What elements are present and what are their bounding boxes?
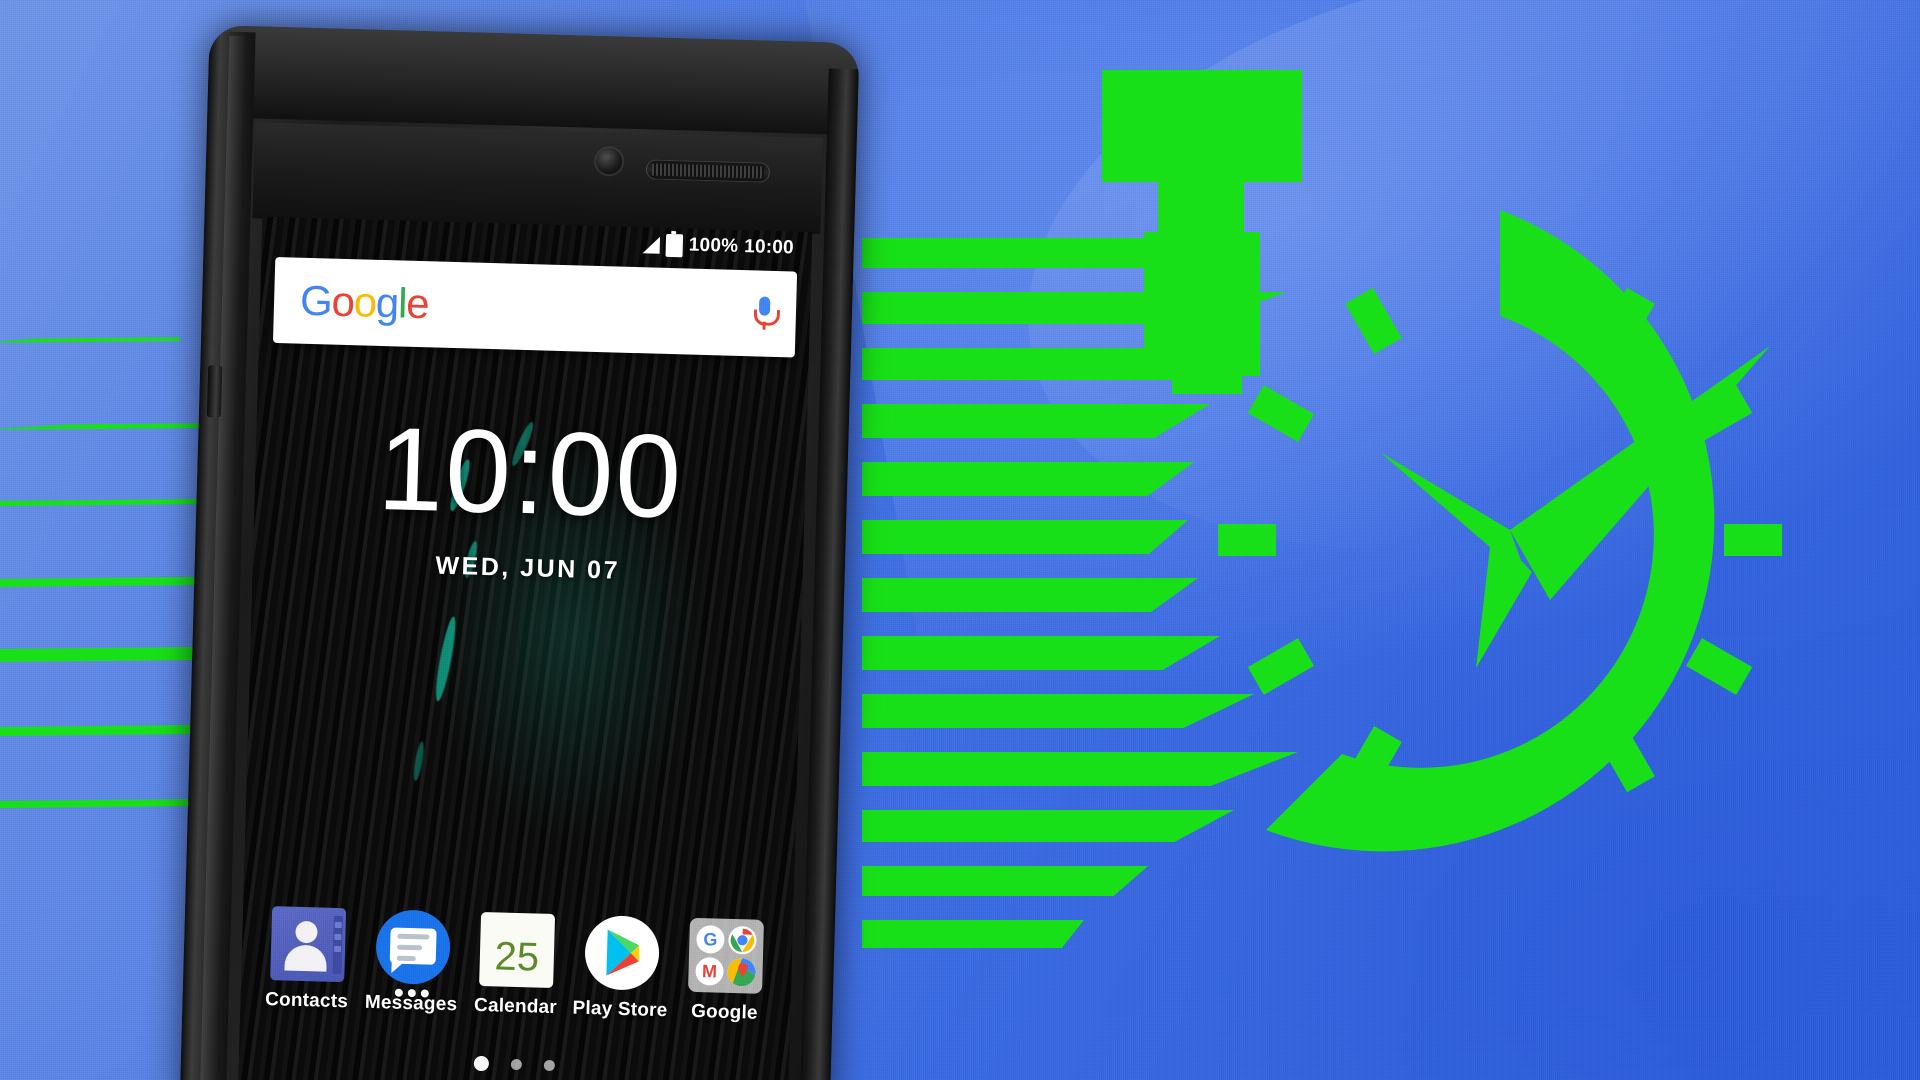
background-noise-overlay <box>0 0 1920 1080</box>
screenshot-stage: 100% 10:00 Google 10:00 WED, JUN 07 Cont… <box>0 0 1920 1080</box>
